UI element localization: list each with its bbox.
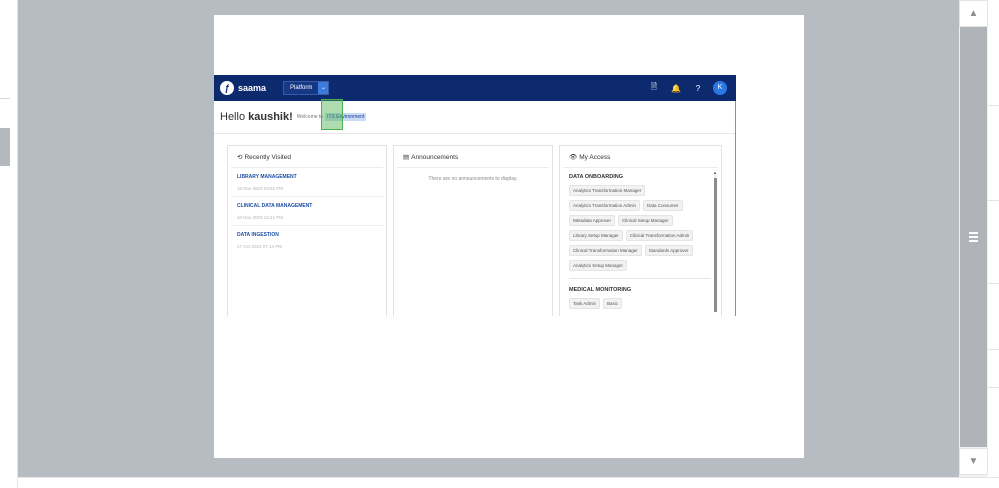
announcements-card: ▤ Announcements There are no announcement…: [393, 145, 553, 316]
scroll-thumb[interactable]: [714, 178, 717, 312]
visit-time: 16 Nov 2023 04:51 PM: [237, 186, 284, 191]
list-item[interactable]: CLINICAL DATA MANAGEMENT 10 Nov 2023 12:…: [231, 197, 383, 226]
card-title-label: My Access: [579, 154, 611, 161]
right-panel-edge: [988, 0, 999, 477]
visit-link[interactable]: CLINICAL DATA MANAGEMENT: [237, 203, 377, 209]
help-icon[interactable]: ?: [687, 84, 709, 93]
welcome-text: Welcome to: [296, 114, 324, 120]
user-name: kaushik!: [248, 111, 293, 123]
chevron-down-icon: ⌄: [318, 82, 329, 94]
role-chip: Metadata Approver: [569, 215, 616, 226]
divider: [988, 105, 999, 106]
role-chip: Library Setup Manager: [569, 230, 623, 241]
highlight-overlay: [321, 99, 343, 130]
access-group-title: MEDICAL MONITORING: [569, 287, 632, 293]
user-avatar[interactable]: K: [713, 81, 727, 95]
role-chip: Analytics Transformation Admin: [569, 200, 641, 211]
divider: [988, 349, 999, 350]
history-icon: ⟲: [237, 154, 243, 161]
card-title-label: Recently Visited: [244, 154, 291, 161]
divider: [735, 101, 736, 316]
saama-logo[interactable]: ƒ saama: [220, 81, 266, 95]
calendar-icon: ▤: [403, 154, 410, 161]
access-group-title: DATA ONBOARDING: [569, 174, 623, 180]
saama-logo-icon: ƒ: [220, 81, 234, 95]
bottom-bar: [18, 477, 999, 488]
panel-tab[interactable]: [0, 128, 10, 166]
top-navbar: ƒ saama Platform ⌄ 🗎 🔔 ? K: [214, 75, 736, 101]
visit-time: 27 Oct 2023 07:14 PM: [237, 244, 283, 249]
greeting-bar: Hello kaushik! Welcome to ITS Environmen…: [214, 101, 736, 134]
top-nav-icons: 🗎 🔔 ? K: [643, 81, 730, 95]
role-chip: Task Admin: [569, 298, 601, 309]
role-chip: Basic: [603, 298, 623, 309]
divider: [988, 200, 999, 201]
list-item[interactable]: DATA INGESTION 27 Oct 2023 07:14 PM: [231, 226, 383, 254]
left-panel-edge: [0, 0, 18, 488]
scroll-up-icon[interactable]: ▲: [713, 170, 717, 175]
role-chip: Data Consumer: [643, 200, 683, 211]
divider: [0, 98, 10, 99]
card-title: ⟲ Recently Visited: [231, 146, 383, 168]
platform-label: Platform: [290, 85, 313, 91]
role-chips: Task Admin Basic: [569, 298, 711, 316]
card-title: ▤ Announcements: [397, 146, 549, 168]
bell-icon[interactable]: 🔔: [665, 84, 687, 93]
document-page: ƒ saama Platform ⌄ 🗎 🔔 ? K Hello kaushik…: [214, 15, 804, 458]
scroll-thumb[interactable]: [960, 27, 987, 447]
scroll-down-button[interactable]: ▼: [959, 448, 988, 475]
eye-icon: 👁: [569, 154, 578, 161]
platform-dropdown[interactable]: Platform ⌄: [283, 81, 330, 95]
card-title-label: Announcements: [411, 154, 459, 161]
role-chip: Clinical Transformation Admin: [625, 230, 694, 241]
visit-time: 10 Nov 2023 12:41 PM: [237, 215, 284, 220]
list-item[interactable]: LIBRARY MANAGEMENT 16 Nov 2023 04:51 PM: [231, 168, 383, 197]
card-title: 👁 My Access: [563, 146, 718, 168]
viewer-scrollbar[interactable]: ▲ ▼: [959, 0, 988, 477]
app-screenshot: ƒ saama Platform ⌄ 🗎 🔔 ? K Hello kaushik…: [214, 75, 736, 316]
recently-visited-card: ⟲ Recently Visited LIBRARY MANAGEMENT 16 …: [227, 145, 387, 316]
scroll-up-button[interactable]: ▲: [959, 0, 988, 27]
document-icon[interactable]: 🗎: [643, 81, 665, 95]
divider: [988, 283, 999, 284]
greeting: Hello kaushik!: [220, 111, 293, 123]
role-chip: Analytics Transformation Manager: [569, 185, 646, 196]
visit-link[interactable]: LIBRARY MANAGEMENT: [237, 174, 377, 180]
logo-text: saama: [238, 83, 267, 93]
role-chip: Clinical Transformation Manager: [569, 245, 642, 256]
document-viewer: ƒ saama Platform ⌄ 🗎 🔔 ? K Hello kaushik…: [18, 0, 959, 477]
role-chips: Analytics Transformation Manager Analyti…: [569, 185, 711, 279]
divider: [988, 387, 999, 388]
role-chip: Standards Approver: [644, 245, 693, 256]
access-list: ▲ DATA ONBOARDING Analytics Transformati…: [560, 168, 721, 316]
access-scrollbar[interactable]: ▲: [713, 170, 717, 312]
my-access-card: 👁 My Access ▲ DATA ONBOARDING Analytics T…: [559, 145, 722, 316]
greeting-prefix: Hello: [220, 111, 249, 123]
grip-icon: [969, 232, 978, 242]
empty-message: There are no announcements to display.: [428, 176, 518, 182]
visit-link[interactable]: DATA INGESTION: [237, 232, 377, 238]
role-chip: Clinical Setup Manager: [618, 215, 673, 226]
role-chip: Analytics Setup Manager: [569, 260, 628, 271]
dashboard-cards: ⟲ Recently Visited LIBRARY MANAGEMENT 16 …: [227, 145, 722, 316]
